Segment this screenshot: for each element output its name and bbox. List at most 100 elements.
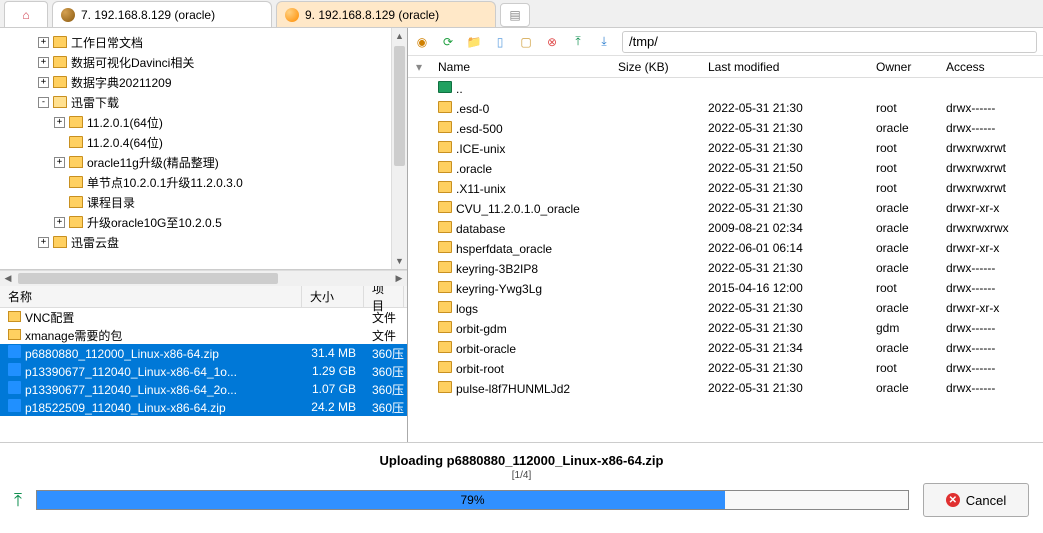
- file-owner: root: [868, 181, 938, 195]
- folder-icon: [438, 121, 452, 133]
- file-access: drwx------: [938, 121, 1028, 135]
- tree-toggle-icon[interactable]: +: [38, 37, 49, 48]
- scroll-left-arrow[interactable]: ◀: [0, 271, 16, 286]
- remote-file-list[interactable]: ...esd-02022-05-31 21:30rootdrwx------.e…: [408, 78, 1043, 442]
- remote-file-row[interactable]: database2009-08-21 02:34oracledrwxrwxrwx: [408, 218, 1043, 238]
- file-name: .esd-0: [456, 102, 489, 116]
- tree-node[interactable]: +迅雷云盘: [2, 232, 405, 252]
- tree-toggle-icon[interactable]: +: [38, 57, 49, 68]
- col-name[interactable]: Name: [430, 60, 610, 74]
- remote-file-row[interactable]: keyring-Ywg3Lg2015-04-16 12:00rootdrwx--…: [408, 278, 1043, 298]
- folder-icon: [53, 56, 67, 68]
- col-type[interactable]: 项目: [364, 286, 404, 307]
- tree-node[interactable]: 单节点10.2.0.1升级11.2.0.3.0: [2, 172, 405, 192]
- scroll-up-arrow[interactable]: ▲: [392, 28, 407, 44]
- tree-toggle-icon[interactable]: +: [54, 117, 65, 128]
- remote-file-row[interactable]: .esd-02022-05-31 21:30rootdrwx------: [408, 98, 1043, 118]
- local-file-row[interactable]: p13390677_112040_Linux-x86-64_2o...1.07 …: [0, 380, 407, 398]
- file-access: drwxrwxrwt: [938, 141, 1028, 155]
- folder-icon: [53, 76, 67, 88]
- tree-node[interactable]: -迅雷下载: [2, 92, 405, 112]
- folder-icon: [438, 381, 452, 393]
- upload-icon[interactable]: ⤒: [570, 34, 586, 50]
- folder-tree[interactable]: +工作日常文档+数据可视化Davinci相关+数据字典20211209-迅雷下载…: [0, 28, 407, 270]
- remote-file-row[interactable]: .ICE-unix2022-05-31 21:30rootdrwxrwxrwt: [408, 138, 1043, 158]
- remote-file-row[interactable]: orbit-gdm2022-05-31 21:30gdmdrwx------: [408, 318, 1043, 338]
- scroll-right-arrow[interactable]: ▶: [391, 271, 407, 286]
- remote-file-row[interactable]: .esd-5002022-05-31 21:30oracledrwx------: [408, 118, 1043, 138]
- remote-path-input[interactable]: [622, 31, 1037, 53]
- remote-file-row[interactable]: hsperfdata_oracle2022-06-01 06:14oracled…: [408, 238, 1043, 258]
- local-file-row[interactable]: p13390677_112040_Linux-x86-64_1o...1.29 …: [0, 362, 407, 380]
- remote-file-row[interactable]: CVU_11.2.0.1.0_oracle2022-05-31 21:30ora…: [408, 198, 1043, 218]
- tree-node[interactable]: +11.2.0.1(64位): [2, 112, 405, 132]
- parent-dir-row[interactable]: ..: [408, 78, 1043, 98]
- remote-file-row[interactable]: .X11-unix2022-05-31 21:30rootdrwxrwxrwt: [408, 178, 1043, 198]
- remote-file-row[interactable]: orbit-root2022-05-31 21:30rootdrwx------: [408, 358, 1043, 378]
- file-access: drwx------: [938, 341, 1028, 355]
- tree-node[interactable]: +oracle11g升级(精品整理): [2, 152, 405, 172]
- col-name[interactable]: 名称: [0, 286, 302, 307]
- file-name: p6880880_112000_Linux-x86-64.zip: [25, 347, 219, 361]
- scrollbar-horizontal[interactable]: ◀ ▶: [0, 270, 407, 286]
- tree-node[interactable]: +数据字典20211209: [2, 72, 405, 92]
- tree-node[interactable]: 11.2.0.4(64位): [2, 132, 405, 152]
- file-owner: root: [868, 281, 938, 295]
- local-columns: 名称 大小 项目: [0, 286, 407, 308]
- col-modified[interactable]: Last modified: [700, 60, 868, 74]
- tab-home[interactable]: ⌂: [4, 1, 48, 27]
- sort-indicator[interactable]: ▾: [408, 60, 430, 74]
- remote-file-row[interactable]: keyring-3B2IP82022-05-31 21:30oracledrwx…: [408, 258, 1043, 278]
- tree-toggle-icon[interactable]: +: [38, 77, 49, 88]
- local-file-row[interactable]: xmanage需要的包文件: [0, 326, 407, 344]
- tree-node[interactable]: 课程目录: [2, 192, 405, 212]
- tree-label: 升级oracle10G至10.2.0.5: [87, 214, 222, 231]
- remote-columns: ▾ Name Size (KB) Last modified Owner Acc…: [408, 56, 1043, 78]
- local-file-list: 名称 大小 项目 VNC配置文件xmanage需要的包文件p6880880_11…: [0, 286, 407, 442]
- col-size[interactable]: Size (KB): [610, 60, 700, 74]
- folder-icon: [8, 311, 21, 322]
- tree-toggle-icon[interactable]: +: [38, 237, 49, 248]
- tree-toggle-icon[interactable]: +: [54, 157, 65, 168]
- delete-icon[interactable]: ⊗: [544, 34, 560, 50]
- scrollbar-vertical[interactable]: ▲ ▼: [391, 28, 407, 269]
- local-file-row[interactable]: p18522509_112040_Linux-x86-64.zip24.2 MB…: [0, 398, 407, 416]
- remote-file-row[interactable]: logs2022-05-31 21:30oracledrwxr-xr-x: [408, 298, 1043, 318]
- tree-label: 11.2.0.1(64位): [87, 114, 163, 131]
- transfer-panel: Uploading p6880880_112000_Linux-x86-64.z…: [0, 442, 1043, 516]
- folder-find-icon[interactable]: 📁: [466, 34, 482, 50]
- download-icon[interactable]: ⤓: [596, 34, 612, 50]
- cancel-button[interactable]: ✕ Cancel: [923, 483, 1029, 517]
- tree-toggle-icon[interactable]: -: [38, 97, 49, 108]
- tree-node[interactable]: +数据可视化Davinci相关: [2, 52, 405, 72]
- file-name: VNC配置: [25, 311, 74, 325]
- col-size[interactable]: 大小: [302, 286, 364, 307]
- tree-toggle-icon[interactable]: +: [54, 217, 65, 228]
- file-name: xmanage需要的包: [25, 329, 122, 343]
- scroll-thumb[interactable]: [394, 46, 405, 166]
- folder-icon: [8, 329, 21, 340]
- back-icon[interactable]: ◉: [414, 34, 430, 50]
- file-icon[interactable]: ▯: [492, 34, 508, 50]
- remote-file-row[interactable]: pulse-l8f7HUNMLJd22022-05-31 21:30oracle…: [408, 378, 1043, 398]
- local-file-row[interactable]: p6880880_112000_Linux-x86-64.zip31.4 MB3…: [0, 344, 407, 362]
- scroll-down-arrow[interactable]: ▼: [392, 253, 407, 269]
- local-file-row[interactable]: VNC配置文件: [0, 308, 407, 326]
- refresh-icon[interactable]: ⟳: [440, 34, 456, 50]
- file-modified: 2022-05-31 21:34: [700, 341, 868, 355]
- remote-file-row[interactable]: orbit-oracle2022-05-31 21:34oracledrwx--…: [408, 338, 1043, 358]
- tree-node[interactable]: +工作日常文档: [2, 32, 405, 52]
- remote-file-row[interactable]: .oracle2022-05-31 21:50rootdrwxrwxrwt: [408, 158, 1043, 178]
- tab-new[interactable]: ▤: [500, 3, 530, 27]
- col-owner[interactable]: Owner: [868, 60, 938, 74]
- file-name: .oracle: [456, 162, 492, 176]
- folder-icon: [53, 36, 67, 48]
- cancel-icon: ✕: [946, 493, 960, 507]
- tab-label: 9. 192.168.8.129 (oracle): [305, 8, 439, 22]
- col-access[interactable]: Access: [938, 60, 1028, 74]
- tab-session-9[interactable]: 9. 192.168.8.129 (oracle): [276, 1, 496, 27]
- tab-session-7[interactable]: 7. 192.168.8.129 (oracle): [52, 1, 272, 27]
- tree-node[interactable]: + 升级oracle10G至10.2.0.5: [2, 212, 405, 232]
- scroll-thumb[interactable]: [18, 273, 278, 284]
- new-folder-icon[interactable]: ▢: [518, 34, 534, 50]
